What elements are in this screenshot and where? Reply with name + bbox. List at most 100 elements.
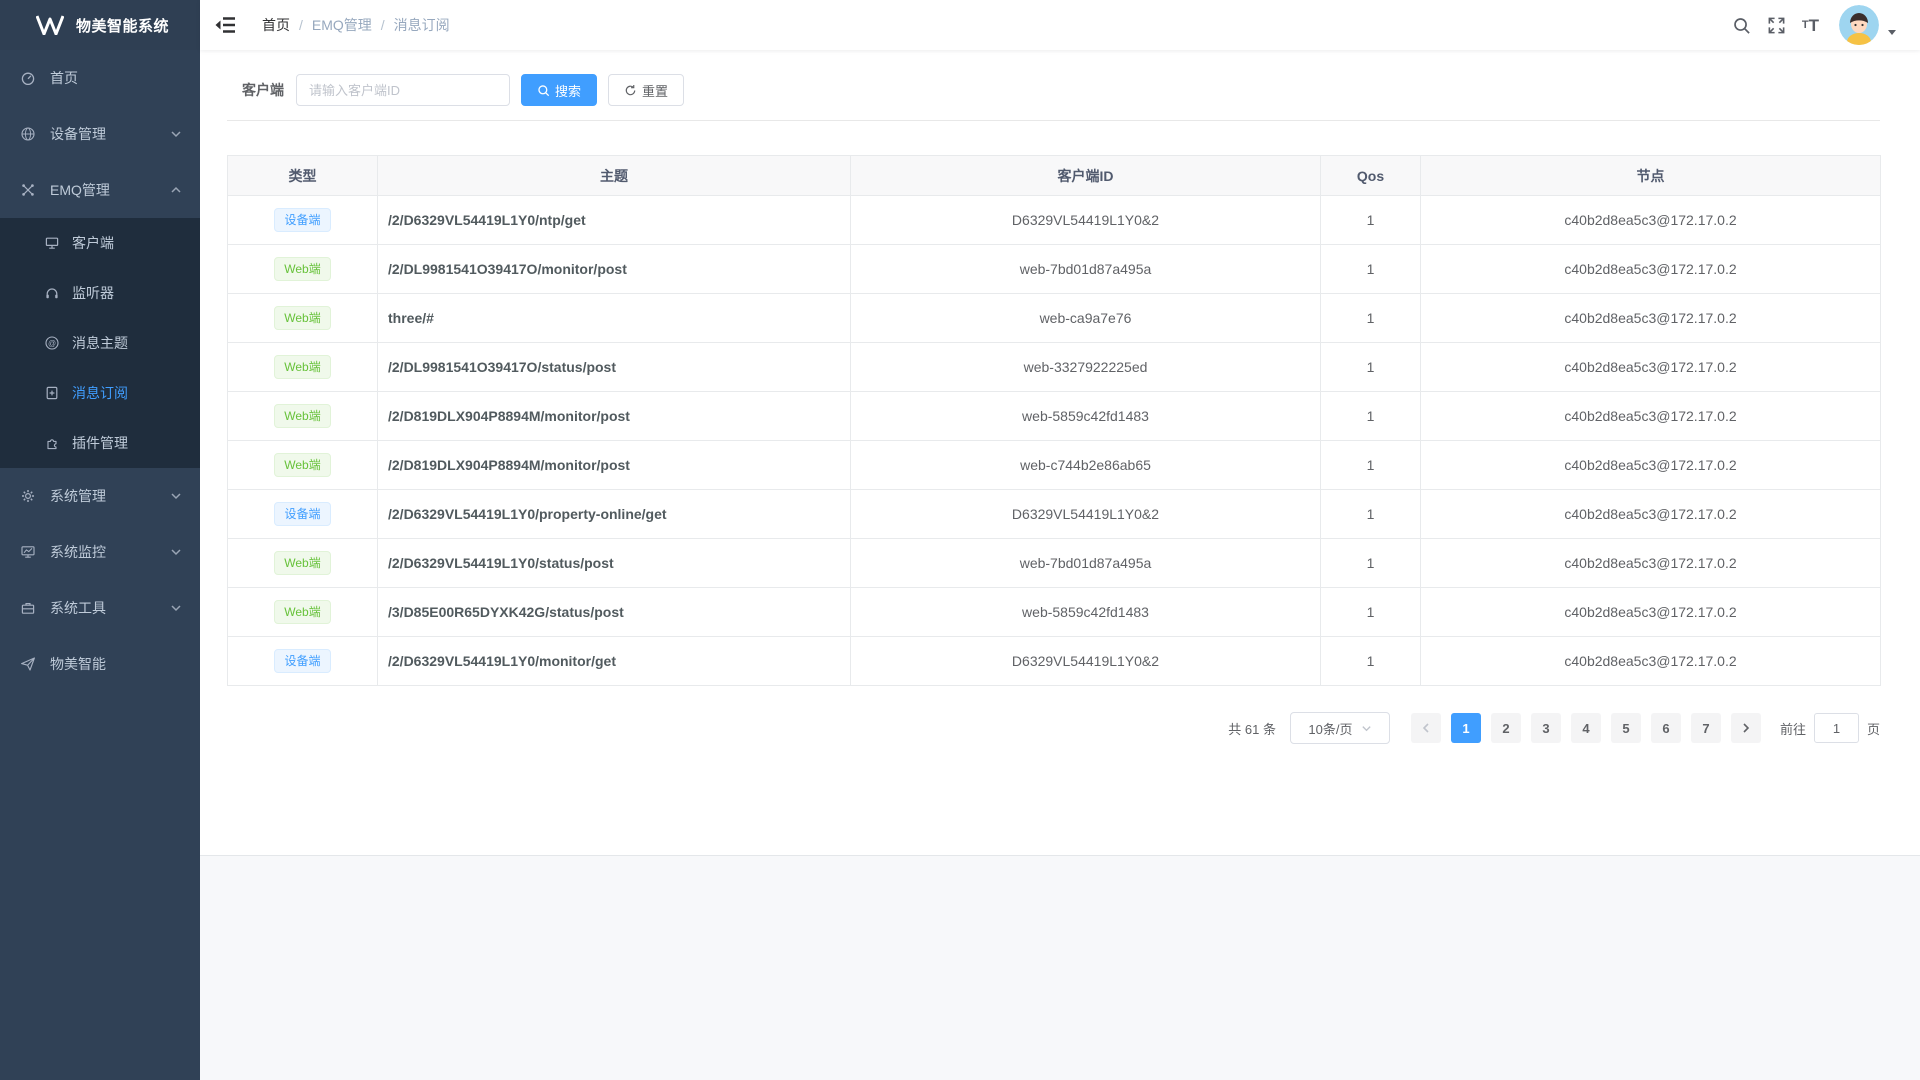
subscribe-icon bbox=[44, 385, 60, 401]
column-header-topic: 主题 bbox=[378, 156, 851, 196]
page-button-2[interactable]: 2 bbox=[1491, 713, 1521, 743]
topic-cell: /2/DL9981541O39417O/status/post bbox=[378, 343, 851, 392]
search-icon bbox=[537, 84, 550, 97]
qos-cell: 1 bbox=[1321, 588, 1421, 637]
type-tag: Web端 bbox=[274, 306, 330, 330]
topic-cell: /2/DL9981541O39417O/monitor/post bbox=[378, 245, 851, 294]
qos-cell: 1 bbox=[1321, 637, 1421, 686]
total-count: 共 61 条 bbox=[1228, 719, 1276, 738]
breadcrumb-current: 消息订阅 bbox=[394, 15, 450, 35]
client-cell: D6329VL54419L1Y0&2 bbox=[851, 196, 1321, 245]
table-row: Web端 /2/D819DLX904P8894M/monitor/post we… bbox=[228, 441, 1881, 490]
sidebar-item-system-tools[interactable]: 系统工具 bbox=[0, 580, 200, 636]
node-cell: c40b2d8ea5c3@172.17.0.2 bbox=[1421, 196, 1881, 245]
topic-icon: @ bbox=[44, 335, 60, 351]
sidebar-item-system-monitor[interactable]: 系统监控 bbox=[0, 524, 200, 580]
qos-cell: 1 bbox=[1321, 539, 1421, 588]
qos-cell: 1 bbox=[1321, 392, 1421, 441]
avatar[interactable] bbox=[1839, 5, 1879, 45]
sidebar: 物美智能系统 首页 设备管理 bbox=[0, 0, 200, 1080]
sidebar-item-topics[interactable]: @ 消息主题 bbox=[0, 318, 200, 368]
logo[interactable]: 物美智能系统 bbox=[0, 0, 200, 50]
gear-icon bbox=[20, 488, 36, 504]
node-cell: c40b2d8ea5c3@172.17.0.2 bbox=[1421, 392, 1881, 441]
client-cell: web-5859c42fd1483 bbox=[851, 588, 1321, 637]
sidebar-item-label: 系统管理 bbox=[50, 486, 106, 506]
type-tag: Web端 bbox=[274, 257, 330, 281]
dashboard-icon bbox=[20, 70, 36, 86]
sidebar-item-clients[interactable]: 客户端 bbox=[0, 218, 200, 268]
table-header-row: 类型 主题 客户端ID Qos 节点 bbox=[228, 156, 1881, 196]
paper-plane-icon bbox=[20, 656, 36, 672]
qos-cell: 1 bbox=[1321, 490, 1421, 539]
reset-button[interactable]: 重置 bbox=[608, 74, 684, 106]
page-button-1[interactable]: 1 bbox=[1451, 713, 1481, 743]
next-page-button[interactable] bbox=[1731, 713, 1761, 743]
table-row: 设备端 /2/D6329VL54419L1Y0/monitor/get D632… bbox=[228, 637, 1881, 686]
column-header-type: 类型 bbox=[228, 156, 378, 196]
sidebar-item-subscriptions[interactable]: 消息订阅 bbox=[0, 368, 200, 418]
table-row: 设备端 /2/D6329VL54419L1Y0/property-online/… bbox=[228, 490, 1881, 539]
user-menu[interactable] bbox=[1839, 5, 1896, 45]
qos-cell: 1 bbox=[1321, 245, 1421, 294]
topic-cell: /2/D819DLX904P8894M/monitor/post bbox=[378, 441, 851, 490]
table-row: Web端 /2/D6329VL54419L1Y0/status/post web… bbox=[228, 539, 1881, 588]
sidebar-item-listeners[interactable]: 监听器 bbox=[0, 268, 200, 318]
chevron-down-icon bbox=[1361, 723, 1372, 734]
breadcrumb-home[interactable]: 首页 bbox=[262, 15, 290, 35]
sidebar-collapse-icon[interactable] bbox=[214, 15, 236, 35]
topbar: 首页 / EMQ管理 / 消息订阅 TT bbox=[200, 0, 1920, 50]
client-cell: web-7bd01d87a495a bbox=[851, 245, 1321, 294]
sidebar-item-home[interactable]: 首页 bbox=[0, 50, 200, 106]
column-header-qos: Qos bbox=[1321, 156, 1421, 196]
fullscreen-icon[interactable] bbox=[1767, 16, 1786, 35]
jump-page-input[interactable] bbox=[1814, 713, 1859, 743]
topic-cell: three/# bbox=[378, 294, 851, 343]
sidebar-item-devices[interactable]: 设备管理 bbox=[0, 106, 200, 162]
sidebar-item-plugins[interactable]: 插件管理 bbox=[0, 418, 200, 468]
qos-cell: 1 bbox=[1321, 441, 1421, 490]
table-row: Web端 /2/D819DLX904P8894M/monitor/post we… bbox=[228, 392, 1881, 441]
client-filter-label: 客户端 bbox=[242, 80, 284, 100]
page-size-select[interactable]: 10条/页 bbox=[1290, 712, 1390, 744]
page-button-6[interactable]: 6 bbox=[1651, 713, 1681, 743]
jump-unit: 页 bbox=[1867, 719, 1880, 738]
search-button[interactable]: 搜索 bbox=[521, 74, 597, 106]
type-tag: 设备端 bbox=[274, 208, 330, 232]
page-button-3[interactable]: 3 bbox=[1531, 713, 1561, 743]
plugin-icon bbox=[44, 435, 60, 451]
section-divider bbox=[227, 120, 1880, 121]
table-row: Web端 /3/D85E00R65DYXK42G/status/post web… bbox=[228, 588, 1881, 637]
page-button-4[interactable]: 4 bbox=[1571, 713, 1601, 743]
toolbox-icon bbox=[20, 600, 36, 616]
client-cell: web-7bd01d87a495a bbox=[851, 539, 1321, 588]
page-button-5[interactable]: 5 bbox=[1611, 713, 1641, 743]
node-cell: c40b2d8ea5c3@172.17.0.2 bbox=[1421, 245, 1881, 294]
jump-label: 前往 bbox=[1780, 719, 1806, 738]
page-button-7[interactable]: 7 bbox=[1691, 713, 1721, 743]
emq-submenu: 客户端 监听器 @ 消息主题 bbox=[0, 218, 200, 468]
logo-icon bbox=[36, 15, 64, 35]
search-icon[interactable] bbox=[1732, 16, 1751, 35]
listener-icon bbox=[44, 285, 60, 301]
topic-cell: /2/D6329VL54419L1Y0/monitor/get bbox=[378, 637, 851, 686]
node-cell: c40b2d8ea5c3@172.17.0.2 bbox=[1421, 343, 1881, 392]
sidebar-item-wumei-smart[interactable]: 物美智能 bbox=[0, 636, 200, 692]
font-size-icon[interactable]: TT bbox=[1802, 17, 1819, 34]
client-cell: D6329VL54419L1Y0&2 bbox=[851, 490, 1321, 539]
chevron-down-icon bbox=[170, 602, 182, 614]
app-title: 物美智能系统 bbox=[76, 15, 169, 36]
column-header-client: 客户端ID bbox=[851, 156, 1321, 196]
sidebar-item-label: 首页 bbox=[50, 68, 78, 88]
breadcrumb-emq[interactable]: EMQ管理 bbox=[312, 15, 372, 35]
qos-cell: 1 bbox=[1321, 294, 1421, 343]
sidebar-item-system-admin[interactable]: 系统管理 bbox=[0, 468, 200, 524]
app-root: 物美智能系统 首页 设备管理 bbox=[0, 0, 1920, 1080]
node-cell: c40b2d8ea5c3@172.17.0.2 bbox=[1421, 441, 1881, 490]
sidebar-item-emq[interactable]: EMQ管理 bbox=[0, 162, 200, 218]
prev-page-button[interactable] bbox=[1411, 713, 1441, 743]
client-id-input[interactable] bbox=[296, 74, 510, 106]
emq-icon bbox=[20, 182, 36, 198]
type-tag: 设备端 bbox=[274, 502, 330, 526]
sidebar-item-label: 设备管理 bbox=[50, 124, 106, 144]
